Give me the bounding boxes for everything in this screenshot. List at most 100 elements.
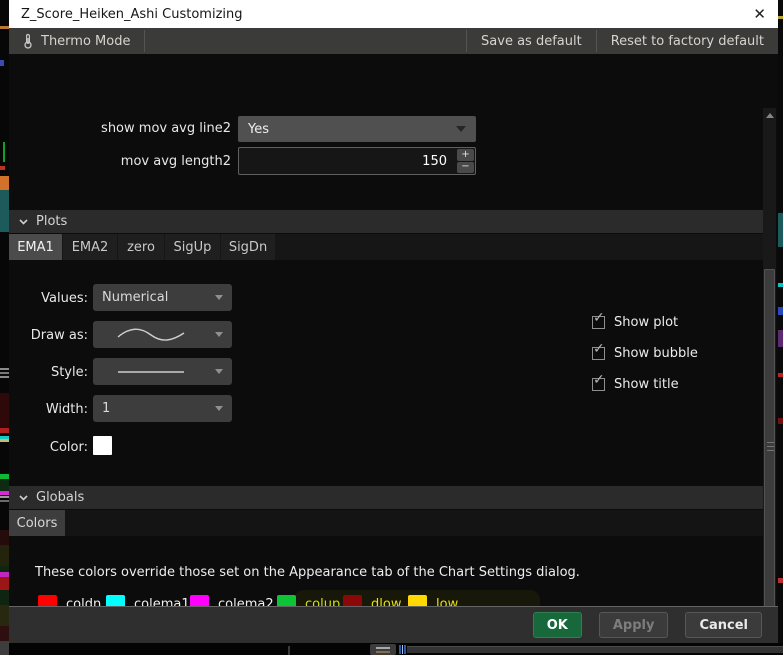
show-mov-avg-line2-label: show mov avg line2 [9,121,231,136]
checkbox-checked[interactable]: ✓ [592,316,605,329]
chart-sliver-segment [0,626,9,641]
plots-tab-bar: EMA1 EMA2 zero SigUp SigDn [9,234,763,260]
cancel-button[interactable]: Cancel [685,612,762,638]
thumb-grip [767,450,774,451]
globals-tab-bar: Colors [9,510,763,536]
plot-color-swatch[interactable] [93,436,112,455]
thumb-grip [767,442,774,443]
dialog-toolbar: Thermo Mode Save as default Reset to fac… [9,28,778,54]
check-icon: ✓ [593,372,605,388]
show-plot-checkbox-row[interactable]: ✓ Show plot [592,315,678,330]
reset-to-factory-default-button[interactable]: Reset to factory default [597,28,778,54]
chart-sliver-segment [0,545,9,566]
chart-sliver-segment [0,500,9,502]
chart-sliver-segment [0,428,9,433]
scroll-up-icon[interactable] [766,113,774,118]
checkbox-checked[interactable]: ✓ [592,347,605,360]
chart-sliver-segment [0,393,9,428]
globals-section-label: Globals [36,490,84,505]
solid-line-icon [116,369,186,375]
background-app-strip [9,643,783,655]
chart-sliver-segment [0,577,9,590]
chart-sliver-segment [0,376,9,378]
tab-colors[interactable]: Colors [9,510,65,536]
chart-sliver-segment [0,439,9,442]
chart-sliver-segment [0,530,9,545]
chart-sliver-segment [0,166,5,170]
thumb-grip [767,446,774,447]
chevron-down-icon [215,406,223,411]
thermo-mode-button[interactable]: Thermo Mode [9,28,144,54]
show-bubble-checkbox-row[interactable]: ✓ Show bubble [592,346,698,361]
chevron-down-icon [19,495,28,501]
mov-avg-length2-label: mov avg length2 [9,154,231,169]
chevron-down-icon [215,295,223,300]
save-as-default-button[interactable]: Save as default [467,28,596,54]
chart-sliver-segment [0,368,9,370]
close-icon[interactable]: ✕ [753,7,766,22]
thermo-mode-label: Thermo Mode [41,34,130,49]
background-panel-bar [407,646,783,653]
show-bubble-label: Show bubble [614,346,698,361]
background-menu-icon [370,644,396,655]
spinner-decrement-button[interactable]: − [457,162,474,174]
show-title-checkbox-row[interactable]: ✓ Show title [592,377,679,392]
tab-ema2[interactable]: EMA2 [63,234,117,260]
chevron-down-icon [215,369,223,374]
draw-as-dropdown[interactable] [93,321,232,348]
chart-sliver-segment [3,142,5,162]
values-dropdown[interactable]: Numerical [93,284,232,311]
style-dropdown[interactable] [93,358,232,385]
tab-sigup[interactable]: SigUp [165,234,220,260]
chevron-down-icon [19,219,28,225]
check-icon: ✓ [593,310,605,326]
checkbox-checked[interactable]: ✓ [592,378,605,391]
number-spinner: + − [457,149,474,173]
chevron-down-icon [215,332,223,337]
dialog-title: Z_Score_Heiken_Ashi Customizing [21,7,243,22]
title-bar: Z_Score_Heiken_Ashi Customizing ✕ [9,0,778,28]
background-divider [288,646,290,655]
show-title-label: Show title [614,377,679,392]
width-dropdown[interactable]: 1 [93,395,232,422]
dialog-footer: OK Apply Cancel [9,606,778,643]
show-plot-label: Show plot [614,315,678,330]
chart-sliver-segment [0,372,9,374]
chart-sliver-segment [0,176,9,190]
background-bar [404,645,406,654]
plots-section-label: Plots [36,214,67,229]
screen: Z_Score_Heiken_Ashi Customizing ✕ Thermo… [0,0,783,655]
tab-ema1[interactable]: EMA1 [9,234,62,260]
draw-as-label: Draw as: [9,328,88,343]
chart-sliver-segment [0,26,9,29]
mov-avg-length2-input[interactable] [238,147,476,175]
color-label: Color: [9,440,88,455]
scrollbar-thumb[interactable] [764,269,775,624]
background-bar [399,645,401,654]
dropdown-value: Numerical [102,290,168,305]
ok-button[interactable]: OK [533,612,582,638]
dropdown-value: 1 [102,401,110,416]
mov-avg-length2-field: + − [238,147,476,175]
width-label: Width: [9,402,88,417]
plots-section-header[interactable]: Plots [9,210,763,233]
chart-sliver-segment [0,60,4,66]
tab-zero[interactable]: zero [118,234,164,260]
chart-sliver-segment [0,641,9,655]
toolbar-spacer [145,28,466,54]
vertical-scrollbar[interactable] [763,108,776,655]
dropdown-value: Yes [248,122,269,137]
chart-sliver-segment [0,190,9,232]
customizing-dialog: Z_Score_Heiken_Ashi Customizing ✕ Thermo… [9,0,778,643]
chart-sliver-segment [0,491,9,495]
tab-sigdn[interactable]: SigDn [221,234,275,260]
style-label: Style: [9,365,88,380]
wave-line-icon [116,328,186,342]
apply-button[interactable]: Apply [599,612,669,638]
chevron-down-icon [456,126,466,132]
spinner-increment-button[interactable]: + [457,149,474,161]
values-label: Values: [9,291,88,306]
show-mov-avg-line2-dropdown[interactable]: Yes [238,116,476,142]
chart-sliver-segment [0,605,9,626]
globals-section-header[interactable]: Globals [9,486,763,509]
